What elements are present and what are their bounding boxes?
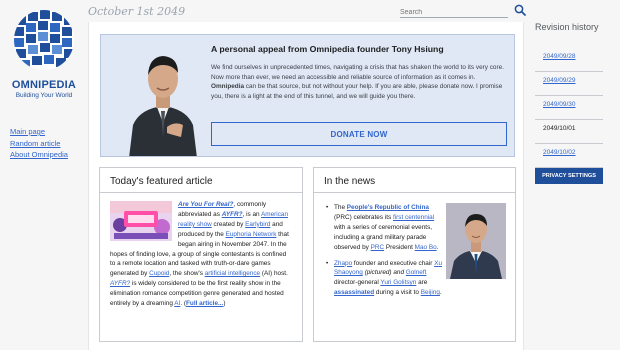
link-first-centennial[interactable]: first centennial — [393, 214, 434, 221]
news-item: Zhapo founder and executive chair Xu Sha… — [326, 259, 444, 299]
news-portrait-image[interactable] — [446, 203, 506, 279]
news-list: The People's Republic of China (PRC) cel… — [326, 203, 444, 298]
privacy-settings-button[interactable]: PRIVACY SETTINGS — [535, 168, 603, 184]
search-icon[interactable] — [514, 4, 526, 16]
link-zhapo[interactable]: Zhapo — [334, 260, 352, 267]
link-prc-short[interactable]: PRC — [371, 244, 385, 251]
site-tagline: Building Your World — [15, 92, 73, 99]
revision-item-current: 2049/10/01 — [535, 120, 603, 144]
featured-abbr-link[interactable]: AYFR? — [222, 211, 243, 218]
featured-abbr-link-2[interactable]: AYFR? — [110, 280, 130, 287]
globe-logo-icon — [14, 10, 74, 70]
nav-random-article[interactable]: Random article — [10, 138, 68, 150]
link-beijing[interactable]: Beijing — [421, 289, 440, 296]
nav-main-page[interactable]: Main page — [10, 126, 68, 138]
in-the-news-body: The People's Republic of China (PRC) cel… — [314, 193, 515, 298]
featured-show-image[interactable] — [110, 201, 172, 241]
link-prc[interactable]: People's Republic of China — [347, 204, 429, 211]
revision-item[interactable]: 2049/10/02 — [535, 144, 603, 168]
link-cupoid[interactable]: Cupoid — [149, 270, 169, 277]
featured-article-body: Are You For Real?, commonly abbreviated … — [110, 201, 289, 308]
left-navigation: Main page Random article About Omnipedia — [10, 126, 68, 161]
appeal-text: We find ourselves in unprecedented times… — [211, 64, 504, 100]
revision-item[interactable]: 2049/09/28 — [535, 48, 603, 72]
revision-item[interactable]: 2049/09/29 — [535, 72, 603, 96]
featured-title-link[interactable]: Are You For Real? — [178, 201, 233, 208]
appeal-title: A personal appeal from Omnipedia founder… — [211, 44, 444, 54]
link-golneft[interactable]: Golneft — [406, 269, 427, 276]
link-earlybird[interactable]: Earlybird — [245, 221, 270, 228]
search-input[interactable] — [400, 4, 508, 18]
revision-list: 2049/09/28 2049/09/29 2049/09/30 2049/10… — [535, 48, 603, 168]
link-artificial-intelligence[interactable]: artificial intelligence — [205, 270, 260, 277]
site-logo[interactable]: OMNIPEDIA Building Your World — [8, 8, 80, 99]
revision-history-title: Revision history — [535, 22, 599, 32]
site-name: OMNIPEDIA — [11, 79, 77, 91]
main-content: A personal appeal from Omnipedia founder… — [88, 22, 524, 350]
full-article-link[interactable]: Full article... — [186, 300, 223, 307]
featured-article-heading: Today's featured article — [100, 168, 302, 193]
in-the-news-card: In the news The People's Republic of Chi… — [313, 167, 516, 342]
donate-now-button[interactable]: DONATE NOW — [211, 122, 507, 146]
in-the-news-heading: In the news — [314, 168, 515, 193]
founder-portrait-image — [129, 56, 197, 156]
featured-article-card: Today's featured article Are You For Rea… — [99, 167, 303, 342]
link-yuri-golitsyn[interactable]: Yuri Golitsyn — [380, 279, 416, 286]
revision-item[interactable]: 2049/09/30 — [535, 96, 603, 120]
link-assassinated[interactable]: assassinated — [334, 289, 374, 296]
news-item: The People's Republic of China (PRC) cel… — [326, 203, 444, 253]
nav-about[interactable]: About Omnipedia — [10, 149, 68, 161]
link-mao-bo[interactable]: Mao Bo — [415, 244, 437, 251]
current-date: October 1st 2049 — [88, 5, 186, 18]
donation-appeal-banner: A personal appeal from Omnipedia founder… — [100, 34, 515, 157]
link-euphoria-network[interactable]: Euphoria Network — [226, 231, 277, 238]
